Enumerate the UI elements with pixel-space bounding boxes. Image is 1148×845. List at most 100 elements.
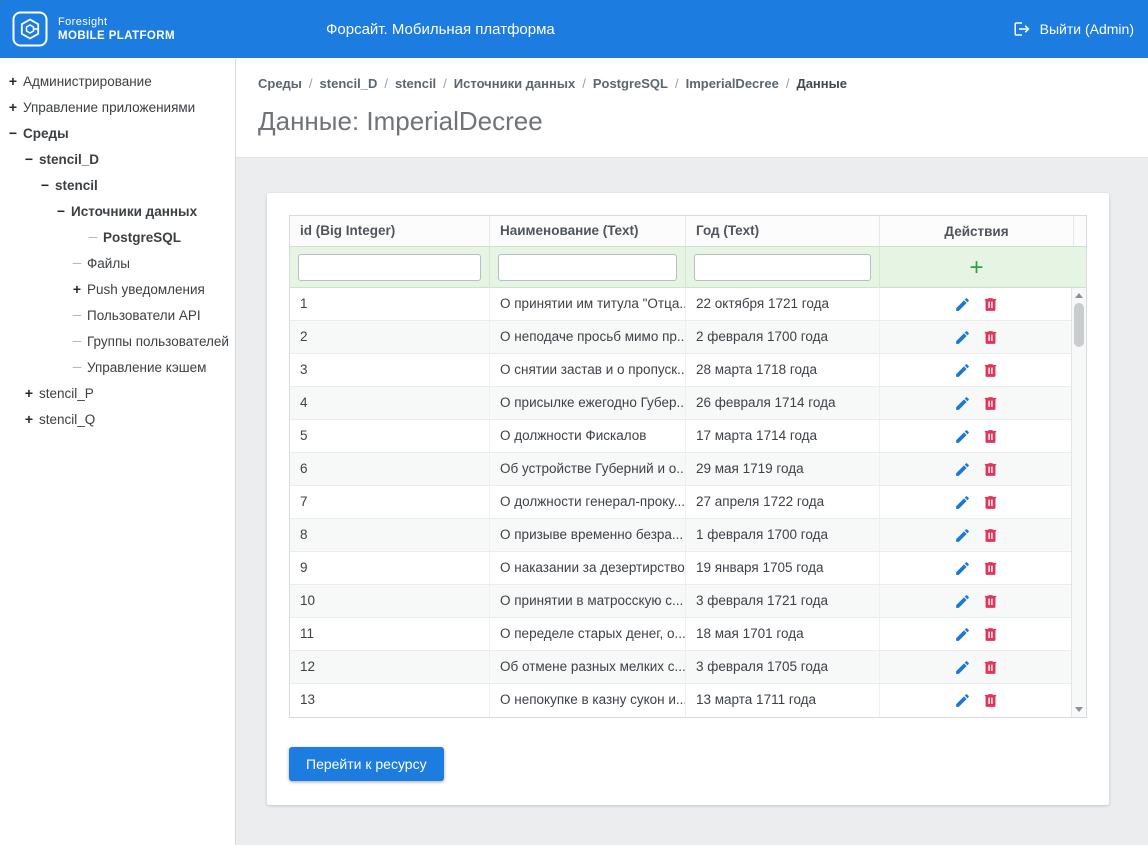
collapse-icon[interactable]: − (38, 177, 52, 193)
table-body-wrap: 1 О принятии им титула "Отца... 22 октяб… (290, 288, 1086, 717)
cell-year: 27 апреля 1722 года (686, 486, 880, 518)
breadcrumb-item-environments[interactable]: Среды (258, 76, 320, 91)
breadcrumb-item-postgresql[interactable]: PostgreSQL (593, 76, 686, 91)
delete-icon[interactable] (982, 494, 999, 511)
expand-icon[interactable]: + (6, 73, 20, 89)
breadcrumb-item-stencil[interactable]: stencil (395, 76, 454, 91)
tree-connector: ─ (70, 308, 84, 322)
collapse-icon[interactable]: − (22, 151, 36, 167)
edit-icon[interactable] (954, 527, 971, 544)
edit-icon[interactable] (954, 461, 971, 478)
delete-icon[interactable] (982, 626, 999, 643)
main-content: Средыstencil_DstencilИсточники данныхPos… (236, 58, 1148, 845)
cell-year: 28 марта 1718 года (686, 354, 880, 386)
cell-id: 11 (290, 618, 490, 650)
brand-text: Foresight MOBILE PLATFORM (58, 16, 175, 43)
sidebar-item-stencil-p[interactable]: + stencil_P (0, 380, 235, 406)
cell-id: 3 (290, 354, 490, 386)
sidebar-item-app-management[interactable]: + Управление приложениями (0, 94, 235, 120)
cell-id: 13 (290, 684, 490, 717)
cell-id: 5 (290, 420, 490, 452)
cell-year: 2 февраля 1700 года (686, 321, 880, 353)
edit-icon[interactable] (954, 362, 971, 379)
breadcrumb-item-data-sources[interactable]: Источники данных (454, 76, 593, 91)
sidebar-item-stencil[interactable]: − stencil (0, 172, 235, 198)
cell-id: 9 (290, 552, 490, 584)
sidebar-item-environments[interactable]: − Среды (0, 120, 235, 146)
edit-icon[interactable] (954, 659, 971, 676)
scroll-up-icon[interactable] (1075, 293, 1083, 298)
expand-icon[interactable]: + (6, 99, 20, 115)
cell-name: О принятии в матросскую с... (490, 585, 686, 617)
table-row: 4 О присылке ежегодно Губер... 26 феврал… (290, 387, 1086, 420)
cell-year: 13 марта 1711 года (686, 684, 880, 717)
sidebar-item-postgresql[interactable]: ─ PostgreSQL (0, 224, 235, 250)
cell-name: О неподаче просьб мимо пр... (490, 321, 686, 353)
table-row: 1 О принятии им титула "Отца... 22 октяб… (290, 288, 1086, 321)
edit-icon[interactable] (954, 296, 971, 313)
cell-year: 26 февраля 1714 года (686, 387, 880, 419)
sidebar-item-user-groups[interactable]: ─ Группы пользователей (0, 328, 235, 354)
cell-name: О принятии им титула "Отца... (490, 288, 686, 320)
logout-icon (1013, 20, 1031, 38)
edit-icon[interactable] (954, 593, 971, 610)
breadcrumb-item-imperialdecree[interactable]: ImperialDecree (686, 76, 797, 91)
cell-year: 29 мая 1719 года (686, 453, 880, 485)
delete-icon[interactable] (982, 692, 999, 709)
sidebar-item-stencil-q[interactable]: + stencil_Q (0, 406, 235, 432)
brand: Foresight MOBILE PLATFORM (0, 11, 175, 47)
logout-button[interactable]: Выйти (Admin) (1013, 0, 1134, 58)
filter-cell-id (290, 247, 490, 288)
scroll-thumb[interactable] (1074, 303, 1084, 347)
sidebar-item-administration[interactable]: + Администрирование (0, 68, 235, 94)
cell-actions (880, 387, 1073, 419)
sidebar-item-data-sources[interactable]: − Источники данных (0, 198, 235, 224)
cell-year: 3 февраля 1721 года (686, 585, 880, 617)
collapse-icon[interactable]: − (6, 125, 20, 141)
edit-icon[interactable] (954, 329, 971, 346)
table-scrollbar[interactable] (1071, 288, 1086, 717)
page-title: Данные: ImperialDecree (258, 106, 1120, 137)
goto-resource-button[interactable]: Перейти к ресурсу (289, 747, 444, 781)
tree-connector: ─ (70, 334, 84, 348)
delete-icon[interactable] (982, 461, 999, 478)
sidebar-item-api-users[interactable]: ─ Пользователи API (0, 302, 235, 328)
scroll-down-icon[interactable] (1075, 707, 1083, 712)
filter-id-input[interactable] (298, 254, 481, 281)
delete-icon[interactable] (982, 560, 999, 577)
sidebar-item-push-notifications[interactable]: + Push уведомления (0, 276, 235, 302)
sidebar-tree: + Администрирование + Управление приложе… (0, 58, 236, 845)
sidebar-item-stencil-d[interactable]: − stencil_D (0, 146, 235, 172)
expand-icon[interactable]: + (22, 385, 36, 401)
edit-icon[interactable] (954, 692, 971, 709)
edit-icon[interactable] (954, 626, 971, 643)
data-table: id (Big Integer) Наименование (Text) Год… (289, 215, 1087, 718)
delete-icon[interactable] (982, 395, 999, 412)
brand-line1: Foresight (58, 16, 175, 29)
delete-icon[interactable] (982, 593, 999, 610)
expand-icon[interactable]: + (70, 281, 84, 297)
collapse-icon[interactable]: − (54, 203, 68, 219)
breadcrumb-item-stencil-d[interactable]: stencil_D (320, 76, 395, 91)
edit-icon[interactable] (954, 428, 971, 445)
delete-icon[interactable] (982, 659, 999, 676)
sidebar-item-files[interactable]: ─ Файлы (0, 250, 235, 276)
add-row-button[interactable]: + (969, 256, 983, 280)
sidebar-item-cache-management[interactable]: ─ Управление кэшем (0, 354, 235, 380)
app-title: Форсайт. Мобильная платформа (326, 0, 555, 58)
filter-name-input[interactable] (498, 254, 677, 281)
filter-year-input[interactable] (694, 254, 871, 281)
delete-icon[interactable] (982, 362, 999, 379)
delete-icon[interactable] (982, 329, 999, 346)
edit-icon[interactable] (954, 494, 971, 511)
edit-icon[interactable] (954, 560, 971, 577)
table-header: id (Big Integer) Наименование (Text) Год… (290, 216, 1086, 246)
cell-id: 12 (290, 651, 490, 683)
tree-connector: ─ (70, 360, 84, 374)
edit-icon[interactable] (954, 395, 971, 412)
delete-icon[interactable] (982, 296, 999, 313)
expand-icon[interactable]: + (22, 411, 36, 427)
delete-icon[interactable] (982, 428, 999, 445)
delete-icon[interactable] (982, 527, 999, 544)
table-row: 7 О должности генерал-проку... 27 апреля… (290, 486, 1086, 519)
